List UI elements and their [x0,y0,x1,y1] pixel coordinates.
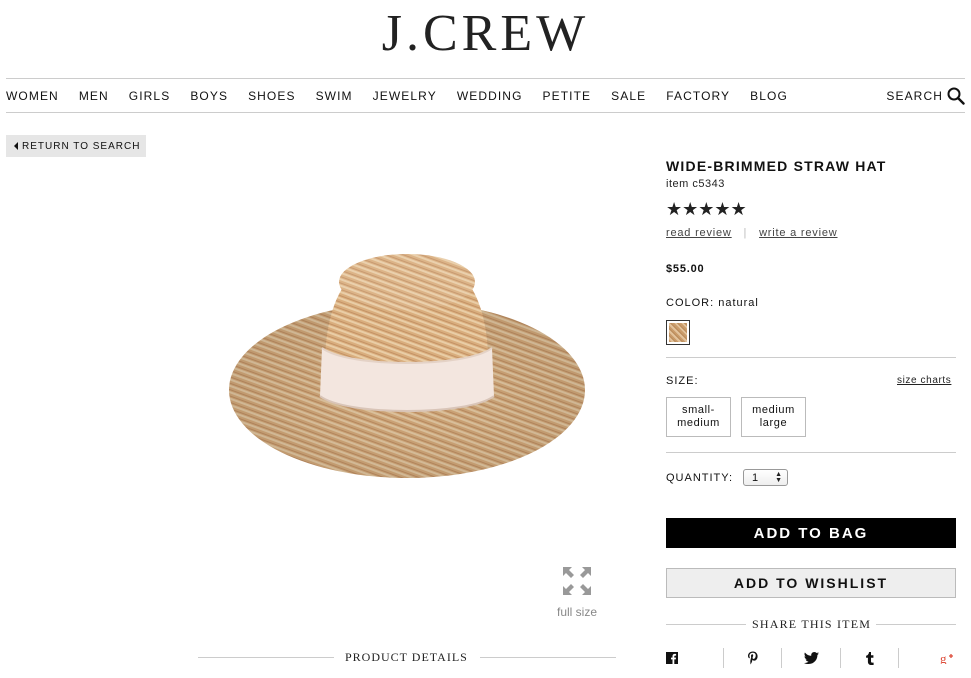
nav-item-girls[interactable]: GIRLS [129,89,171,103]
share-tumblr[interactable] [839,648,898,668]
caret-left-icon [14,142,18,150]
main-nav: WOMEN MEN GIRLS BOYS SHOES SWIM JEWELRY … [6,78,965,113]
share-twitter[interactable] [781,648,839,668]
nav-item-blog[interactable]: BLOG [750,89,788,103]
nav-item-sale[interactable]: SALE [611,89,646,103]
search-icon [947,87,965,105]
product-image[interactable] [228,250,586,482]
twitter-icon [803,652,819,664]
share-google-plus[interactable]: g [897,648,956,668]
full-size-label: full size [556,605,597,619]
google-plus-icon: g [940,652,954,664]
divider [876,624,956,625]
size-charts-link[interactable]: size charts [897,375,951,386]
pinterest-icon [747,651,758,665]
size-option-small-medium[interactable]: small-medium [666,397,731,437]
nav-item-petite[interactable]: PETITE [543,89,592,103]
full-size-button[interactable]: full size [552,566,602,619]
select-arrows-icon: ▲ ▼ [775,471,782,484]
size-option-medium-large[interactable]: medium large [741,397,806,437]
add-to-wishlist-button[interactable]: ADD TO WISHLIST [666,568,956,598]
brand-logo[interactable]: J.CREW [0,6,971,62]
share-heading: SHARE THIS ITEM [752,617,872,631]
expand-icon [563,567,591,595]
rating-stars: ★★★★★ [666,199,747,219]
divider [666,624,746,625]
nav-item-jewelry[interactable]: JEWELRY [373,89,437,103]
quantity-value: 1 [752,471,759,484]
nav-item-swim[interactable]: SWIM [316,89,353,103]
size-option-label: medium large [752,404,795,429]
product-details-heading[interactable]: PRODUCT DETAILS [345,650,468,665]
nav-item-wedding[interactable]: WEDDING [457,89,523,103]
nav-item-women[interactable]: WOMEN [6,89,59,103]
nav-item-shoes[interactable]: SHOES [248,89,296,103]
search-label: SEARCH [886,88,943,103]
divider [666,357,956,358]
facebook-icon [666,652,678,664]
review-separator: | [743,227,748,239]
read-review-link[interactable]: read review [666,227,732,239]
nav-item-factory[interactable]: FACTORY [666,89,730,103]
share-facebook[interactable] [666,648,723,668]
tumblr-icon [865,651,874,665]
nav-item-men[interactable]: MEN [79,89,109,103]
swatch-fill [669,323,687,342]
nav-item-boys[interactable]: BOYS [190,89,228,103]
search-button[interactable]: SEARCH [886,79,965,112]
quantity-select[interactable]: 1 ▲ ▼ [743,469,788,486]
color-label: COLOR: natural [666,297,759,309]
share-pinterest[interactable] [723,648,781,668]
quantity-label: QUANTITY: [666,472,734,484]
divider [480,657,616,658]
social-share-bar: g [666,648,956,668]
item-number: item c5343 [666,178,725,190]
return-to-search-button[interactable]: RETURN TO SEARCH [6,135,146,157]
return-to-search-label: RETURN TO SEARCH [22,140,141,152]
svg-text:g: g [940,652,947,664]
price: $55.00 [666,263,705,275]
review-links: read review | write a review [666,227,956,239]
color-swatch-natural[interactable] [666,320,690,345]
write-review-link[interactable]: write a review [759,227,837,239]
product-title: WIDE-BRIMMED STRAW HAT [666,158,887,174]
add-to-bag-button[interactable]: ADD TO BAG [666,518,956,548]
size-option-label: small-medium [677,404,720,429]
divider [198,657,334,658]
divider [666,452,956,453]
